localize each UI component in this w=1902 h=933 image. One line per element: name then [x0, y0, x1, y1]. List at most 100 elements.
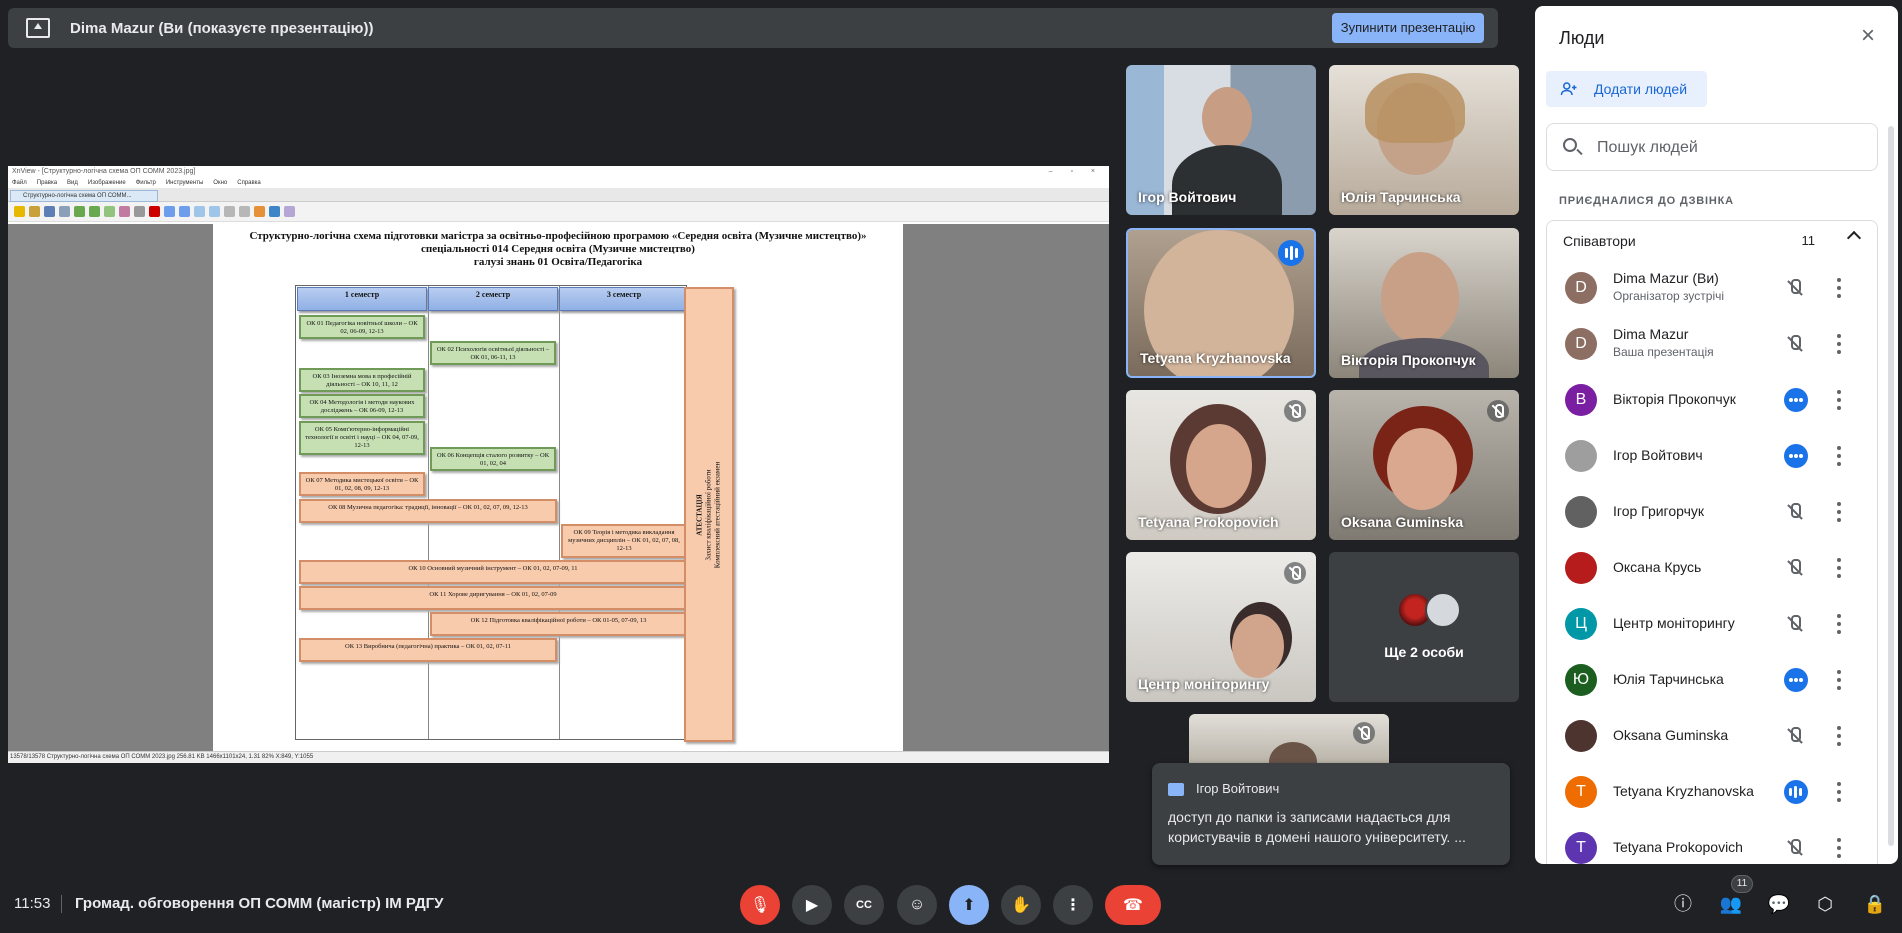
more-options-button[interactable]: ⋮ [1053, 885, 1093, 925]
raise-hand-button[interactable]: ✋ [1001, 885, 1041, 925]
more-vert-icon[interactable] [1837, 670, 1841, 690]
settings-icon[interactable] [149, 206, 160, 217]
leave-call-button[interactable]: ☎ [1105, 885, 1161, 925]
mic-off-icon[interactable] [1784, 725, 1806, 747]
present-button[interactable]: ⬆ [949, 885, 989, 925]
viewer-toolbar [8, 202, 1109, 222]
capture-icon[interactable] [269, 206, 280, 217]
participant-tile[interactable]: Ігор Войтович [1126, 65, 1316, 215]
host-controls-icon[interactable]: 🔒 [1862, 891, 1888, 917]
close-icon[interactable]: × [1856, 24, 1880, 48]
more-vert-icon[interactable] [1837, 334, 1841, 354]
mic-off-icon[interactable] [1784, 277, 1806, 299]
avatar: В [1565, 384, 1597, 416]
avatar: Ю [1565, 664, 1597, 696]
more-vert-icon[interactable] [1837, 838, 1841, 858]
more-vert-icon[interactable] [1837, 558, 1841, 578]
participant-row[interactable]: Ігор Григорчук [1547, 484, 1877, 540]
participant-row[interactable]: Ігор Войтович [1547, 428, 1877, 484]
info-icon[interactable]: ⓘ [1670, 891, 1696, 917]
browse-icon[interactable] [59, 206, 70, 217]
participant-row[interactable]: Oksana Guminska [1547, 708, 1877, 764]
slideshow-icon[interactable] [104, 206, 115, 217]
menu-window[interactable]: Окно [213, 178, 227, 188]
zoom-out-icon[interactable] [179, 206, 190, 217]
more-vert-icon[interactable] [1837, 726, 1841, 746]
participant-tile[interactable]: Вікторія Прокопчук [1329, 228, 1519, 378]
viewer-tab[interactable]: Структурно-логічна схема ОП СОММ... [10, 190, 158, 202]
chevron-up-icon[interactable] [1846, 230, 1862, 246]
more-vert-icon[interactable] [1837, 278, 1841, 298]
participant-row[interactable]: D Dima Mazur Ваша презентація [1547, 316, 1877, 372]
next-icon[interactable] [89, 206, 100, 217]
avatar: T [1565, 832, 1597, 864]
search-people-input[interactable] [1597, 136, 1857, 160]
more-vert-icon[interactable] [1837, 390, 1841, 410]
camera-toggle-button[interactable]: ▶ [792, 885, 832, 925]
mic-off-icon[interactable] [1784, 333, 1806, 355]
save-icon[interactable] [44, 206, 55, 217]
participant-tile[interactable]: Юлія Тарчинська [1329, 65, 1519, 215]
grid-line [559, 286, 560, 739]
window-controls[interactable]: – ▫ × [1049, 166, 1103, 178]
participant-row[interactable]: T Tetyana Kryzhanovska [1547, 764, 1877, 820]
prev-icon[interactable] [74, 206, 85, 217]
more-vert-icon[interactable] [1837, 614, 1841, 634]
reactions-button[interactable]: ☺ [897, 885, 937, 925]
menu-file[interactable]: Файл [12, 178, 27, 188]
participant-row[interactable]: Оксана Крусь [1547, 540, 1877, 596]
participant-row[interactable]: T Tetyana Prokopovich [1547, 820, 1877, 864]
fullscreen-icon[interactable] [239, 206, 250, 217]
stop-presenting-button[interactable]: Зупинити презентацію [1332, 13, 1484, 43]
mic-off-icon[interactable] [1784, 613, 1806, 635]
print-icon[interactable] [119, 206, 130, 217]
participant-tile[interactable]: Tetyana Prokopovich [1126, 390, 1316, 540]
captions-button[interactable]: CC [844, 885, 884, 925]
panel-scrollbar[interactable] [1888, 126, 1894, 846]
chat-icon[interactable]: 💬 [1766, 891, 1792, 917]
arrow-right-icon[interactable] [209, 206, 220, 217]
more-vert-icon[interactable] [1837, 502, 1841, 522]
activities-icon[interactable]: ⬡ [1812, 891, 1838, 917]
mic-off-icon[interactable] [1784, 837, 1806, 859]
mic-off-icon[interactable] [1784, 501, 1806, 523]
contributors-group-header[interactable]: Співавтори 11 [1546, 220, 1878, 260]
audio-active-icon[interactable] [1784, 668, 1808, 692]
mic-toggle-button[interactable]: 🎙 [740, 885, 780, 925]
chat-notification[interactable]: Ігор Войтович доступ до папки із записам… [1152, 763, 1510, 865]
menu-help[interactable]: Справка [237, 178, 261, 188]
more-participants-tile[interactable]: Ще 2 особи [1329, 552, 1519, 702]
participant-tile[interactable]: Центр моніторингу [1126, 552, 1316, 702]
participant-tile-active[interactable]: Tetyana Kryzhanovska [1126, 228, 1316, 378]
self-view-tile[interactable] [1189, 714, 1389, 764]
people-icon[interactable]: 👥 [1718, 891, 1744, 917]
mic-off-icon[interactable] [1784, 557, 1806, 579]
menu-tools[interactable]: Инструменты [166, 178, 203, 188]
audio-active-icon[interactable] [1784, 388, 1808, 412]
open-icon[interactable] [14, 206, 25, 217]
properties-icon[interactable] [134, 206, 145, 217]
search-people-field[interactable] [1546, 123, 1878, 171]
participant-hair [1365, 73, 1465, 143]
folder-icon[interactable] [29, 206, 40, 217]
more-vert-icon[interactable] [1837, 446, 1841, 466]
more-vert-icon[interactable] [1837, 782, 1841, 802]
add-people-button[interactable]: Додати людей [1546, 71, 1707, 107]
participant-row[interactable]: В Вікторія Прокопчук [1547, 372, 1877, 428]
participant-row[interactable]: D Dima Mazur (Ви) Організатор зустрічі [1547, 260, 1877, 316]
participant-row[interactable]: Ц Центр моніторингу [1547, 596, 1877, 652]
audio-active-icon[interactable] [1784, 444, 1808, 468]
menu-filter[interactable]: Фильтр [136, 178, 156, 188]
participant-row[interactable]: Ю Юлія Тарчинська [1547, 652, 1877, 708]
zoom-in-icon[interactable] [164, 206, 175, 217]
avatar [1565, 552, 1597, 584]
arrow-left-icon[interactable] [194, 206, 205, 217]
menu-image[interactable]: Изображение [88, 178, 126, 188]
speaking-indicator-icon[interactable] [1784, 780, 1808, 804]
menu-view[interactable]: Вид [67, 178, 78, 188]
participant-tile[interactable]: Oksana Guminska [1329, 390, 1519, 540]
fit-icon[interactable] [224, 206, 235, 217]
info-icon[interactable] [284, 206, 295, 217]
menu-edit[interactable]: Правка [37, 178, 57, 188]
edit-icon[interactable] [254, 206, 265, 217]
